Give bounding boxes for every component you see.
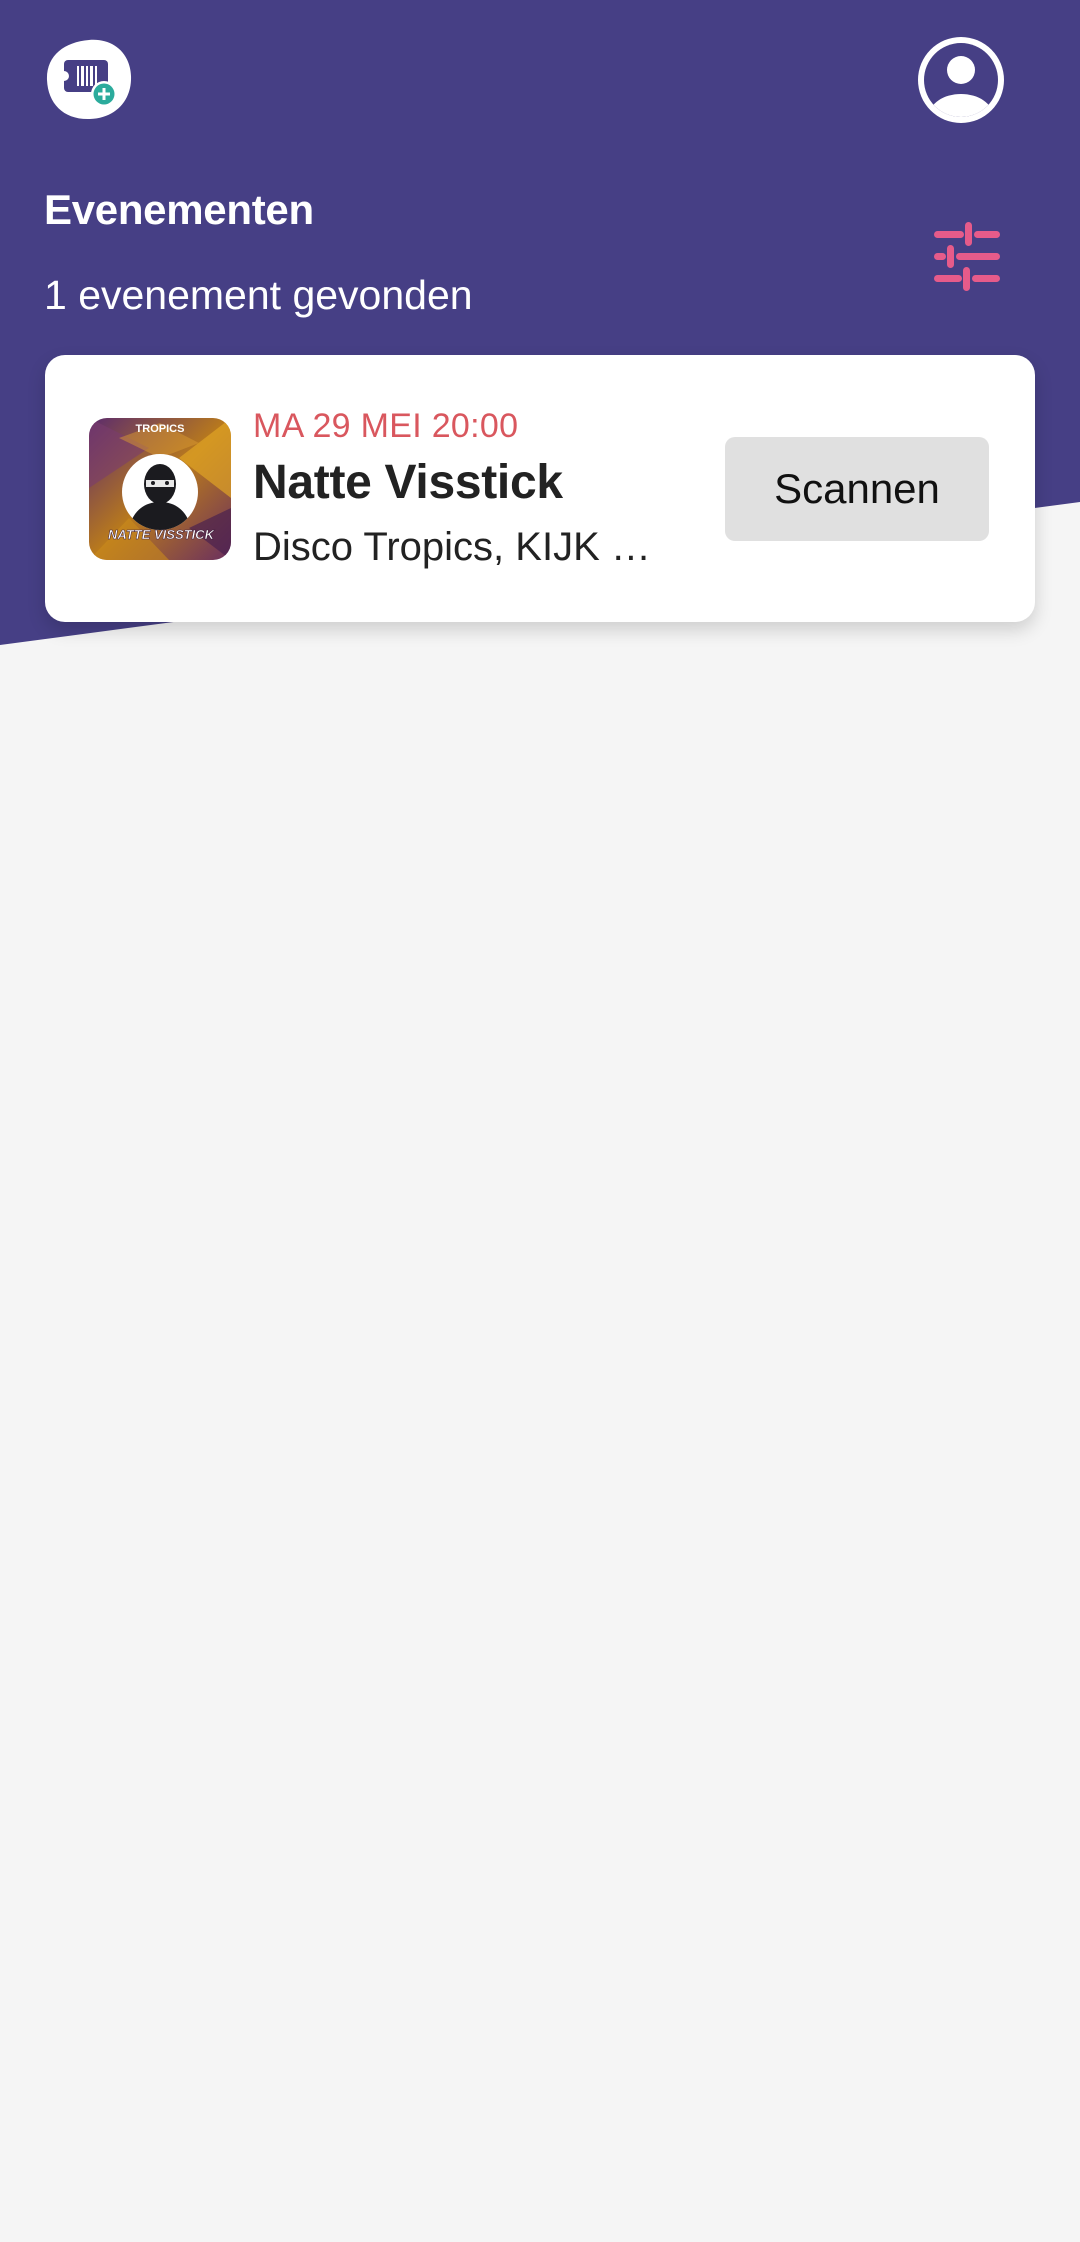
profile-button[interactable] xyxy=(917,36,1005,124)
event-date: MA 29 MEI 20:00 xyxy=(253,407,519,445)
filter-button[interactable] xyxy=(930,222,1004,292)
scan-button[interactable]: Scannen xyxy=(725,437,989,541)
tune-sliders-icon xyxy=(934,222,1000,291)
event-venue: Disco Tropics, KIJK Rotterdam xyxy=(253,525,653,569)
app-logo-button[interactable] xyxy=(46,38,132,120)
thumb-brand-text: TROPICS xyxy=(136,423,185,435)
result-count: 1 evenement gevonden xyxy=(44,272,473,318)
event-name: Natte Visstick xyxy=(253,456,563,509)
event-card[interactable]: TROPICS NATTE VISSTICK MA 29 MEI 20:00 N… xyxy=(45,355,1035,622)
account-circle-icon xyxy=(918,37,1004,123)
thumb-title-text: NATTE VISSTICK xyxy=(108,527,216,542)
event-thumbnail: TROPICS NATTE VISSTICK xyxy=(89,418,231,560)
ticket-add-icon xyxy=(46,39,132,120)
page-title: Evenementen xyxy=(44,186,314,233)
